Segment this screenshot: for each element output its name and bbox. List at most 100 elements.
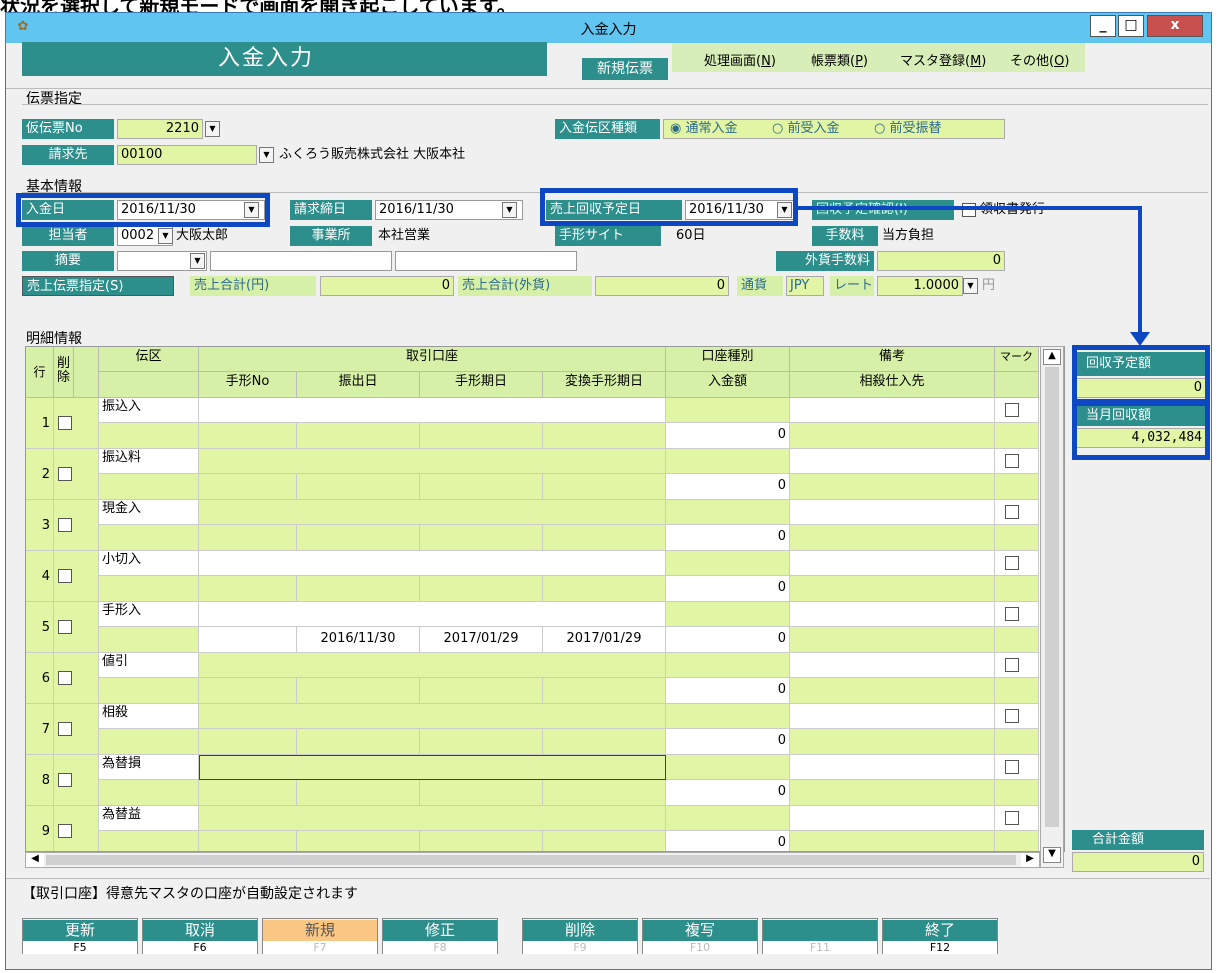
row-offset[interactable] [790,678,995,704]
chevron-down-icon[interactable]: ▼ [158,228,173,244]
row-kind[interactable]: 為替損 [99,755,199,780]
menu-other[interactable]: その他(O) [1010,50,1069,69]
row-kind[interactable]: 小切入 [99,551,199,576]
row-account[interactable] [199,398,666,423]
chevron-down-icon[interactable]: ▼ [205,121,220,137]
scroll-left-icon[interactable]: ◀ [26,853,44,867]
row-note-no[interactable] [199,627,297,653]
row-issue-date[interactable] [297,678,420,704]
row-account[interactable] [199,602,666,627]
menu-master[interactable]: マスタ登録(M) [900,50,986,69]
title-bar[interactable]: ✿ 入金入力 _ □ x [6,13,1211,43]
row-kind[interactable]: 為替益 [99,806,199,831]
row-offset[interactable] [790,423,995,449]
row-issue-date[interactable] [297,474,420,500]
row-memo[interactable] [790,806,995,831]
row-issue-date[interactable] [297,576,420,602]
row-acct-type[interactable] [666,755,790,780]
mark-checkbox[interactable] [1005,811,1019,825]
row-note-no[interactable] [199,831,297,851]
menu-reports[interactable]: 帳票類(P) [811,50,868,69]
row-kind[interactable]: 相殺 [99,704,199,729]
row-due-date[interactable] [420,831,543,851]
row-acct-type[interactable] [666,653,790,678]
row-issue-date[interactable] [297,423,420,449]
row-memo[interactable] [790,704,995,729]
row-acct-type[interactable] [666,704,790,729]
row-note-no[interactable] [199,780,297,806]
mark-checkbox[interactable] [1005,454,1019,468]
row-conv-due-date[interactable] [543,474,666,500]
row-conv-due-date[interactable] [543,780,666,806]
delete-checkbox[interactable] [58,824,72,838]
row-note-no[interactable] [199,729,297,755]
sales-voucher-button[interactable]: 売上伝票指定(S) [22,276,174,296]
mark-checkbox[interactable] [1005,403,1019,417]
row-offset[interactable] [790,525,995,551]
mark-checkbox[interactable] [1005,556,1019,570]
row-conv-due-date[interactable]: 2017/01/29 [543,627,666,653]
maximize-button[interactable]: □ [1118,15,1144,37]
row-issue-date[interactable]: 2016/11/30 [297,627,420,653]
row-due-date[interactable] [420,423,543,449]
row-note-no[interactable] [199,423,297,449]
chevron-down-icon[interactable]: ▼ [259,147,274,163]
mark-checkbox[interactable] [1005,505,1019,519]
row-note-no[interactable] [199,678,297,704]
row-amount[interactable]: 0 [666,525,790,551]
row-issue-date[interactable] [297,831,420,851]
radio-advance[interactable]: ○ 前受入金 [772,119,840,139]
deposit-date-field[interactable]: 2016/11/30 [117,200,265,220]
h-scroll-thumb[interactable] [46,855,1016,865]
row-kind[interactable]: 手形入 [99,602,199,627]
row-amount[interactable]: 0 [666,831,790,851]
row-note-no[interactable] [199,576,297,602]
menu-process[interactable]: 処理画面(N) [704,50,776,69]
chevron-down-icon[interactable]: ▼ [190,253,205,269]
row-offset[interactable] [790,831,995,851]
row-issue-date[interactable] [297,525,420,551]
fkey-button-f12[interactable]: 終了 F12 [882,918,998,954]
row-memo[interactable] [790,653,995,678]
row-account[interactable] [199,704,666,729]
row-kind[interactable]: 振込料 [99,449,199,474]
row-issue-date[interactable] [297,729,420,755]
memo-field-2[interactable] [395,251,577,271]
row-offset[interactable] [790,729,995,755]
row-offset[interactable] [790,474,995,500]
fkey-button-f6[interactable]: 取消 F6 [142,918,258,954]
delete-checkbox[interactable] [58,416,72,430]
fkey-button-f10[interactable]: 複写 F10 [642,918,758,954]
row-acct-type[interactable] [666,551,790,576]
chevron-down-icon[interactable]: ▼ [244,202,259,218]
radio-normal[interactable]: ◉ 通常入金 [670,119,738,139]
delete-checkbox[interactable] [58,722,72,736]
row-memo[interactable] [790,398,995,423]
delete-checkbox[interactable] [58,773,72,787]
billing-code-field[interactable]: 00100 [117,145,257,165]
temp-no-field[interactable]: 2210 [117,119,203,139]
row-memo[interactable] [790,602,995,627]
close-button[interactable]: x [1147,15,1203,37]
row-amount[interactable]: 0 [666,780,790,806]
mark-checkbox[interactable] [1005,760,1019,774]
fkey-button-f11[interactable]: F11 [762,918,878,954]
row-account[interactable] [199,551,666,576]
row-due-date[interactable] [420,576,543,602]
row-kind[interactable]: 振込入 [99,398,199,423]
delete-checkbox[interactable] [58,671,72,685]
mark-checkbox[interactable] [1005,658,1019,672]
row-conv-due-date[interactable] [543,576,666,602]
row-amount[interactable]: 0 [666,423,790,449]
delete-checkbox[interactable] [58,518,72,532]
chevron-down-icon[interactable]: ▼ [963,278,978,294]
minimize-button[interactable]: _ [1090,15,1116,37]
row-account[interactable] [199,806,666,831]
chevron-down-icon[interactable]: ▼ [777,202,792,218]
vertical-scrollbar[interactable]: ▲ ▼ [1040,346,1064,868]
row-acct-type[interactable] [666,398,790,423]
memo-field-1[interactable] [210,251,392,271]
row-memo[interactable] [790,755,995,780]
confirm-plan-button[interactable]: 回収予定確認(I) [812,200,954,220]
row-conv-due-date[interactable] [543,831,666,851]
